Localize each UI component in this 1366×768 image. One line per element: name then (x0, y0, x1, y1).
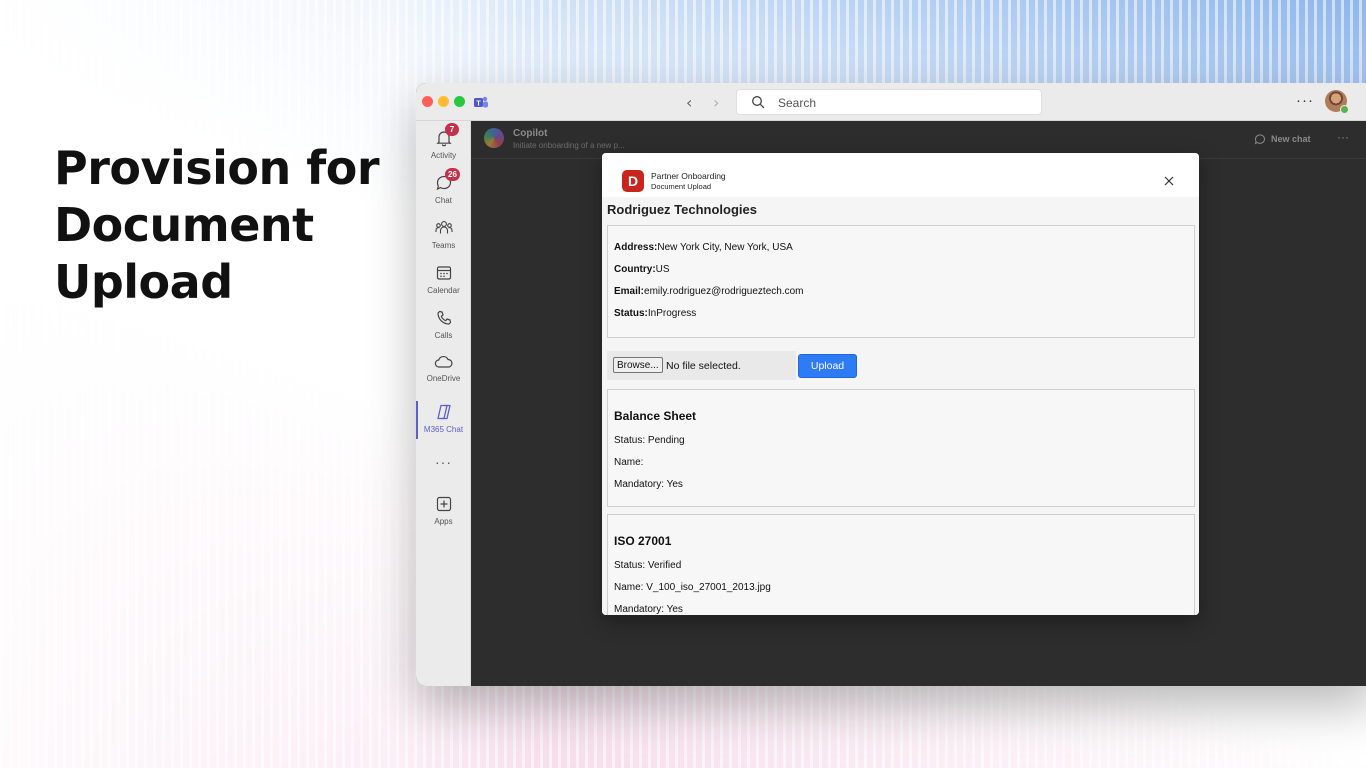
document-mandatory: Mandatory: Yes (614, 479, 683, 490)
rail-item-label: Apps (434, 517, 453, 526)
document-status: Status: Verified (614, 560, 682, 571)
document-card: ISO 27001 Status: Verified Name: V_100_i… (607, 514, 1195, 615)
chat-subtitle: Initiate onboarding of a new p... (513, 141, 625, 150)
chat-more-button[interactable]: ··· (1337, 130, 1349, 144)
app-name: Partner Onboarding (651, 171, 726, 181)
rail-item-label: OneDrive (426, 374, 461, 383)
document-mandatory: Mandatory: Yes (614, 604, 683, 615)
close-window-button[interactable] (422, 96, 433, 107)
dialog-header: D Partner Onboarding Document Upload (602, 153, 1199, 197)
headline: Provision for Document Upload (54, 140, 384, 311)
minimize-window-button[interactable] (438, 96, 449, 107)
cloud-icon (434, 356, 453, 368)
email-label: Email: (614, 286, 645, 297)
copilot-logo-icon (484, 128, 504, 148)
teams-logo-icon: T (474, 96, 488, 108)
document-title: Balance Sheet (614, 409, 697, 423)
zoom-window-button[interactable] (454, 96, 465, 107)
calendar-icon (436, 266, 451, 280)
email-value: emily.rodriguez@rodrigueztech.com (644, 286, 804, 297)
back-arrow-icon[interactable]: ‹ (686, 93, 692, 112)
presence-available-icon (1340, 105, 1349, 114)
document-name: Name: (614, 457, 644, 468)
file-input[interactable]: Browse... No file selected. (607, 351, 796, 380)
rail-item-label: Activity (430, 151, 457, 160)
new-chat-button[interactable]: New chat (1271, 134, 1311, 144)
browse-button[interactable]: Browse... (613, 357, 663, 373)
document-title: ISO 27001 (614, 534, 672, 548)
email-row: Email:emily.rodriguez@rodrigueztech.com (614, 286, 804, 297)
document-status: Status: Pending (614, 435, 685, 446)
upload-button[interactable]: Upload (798, 354, 857, 378)
rail-item-more[interactable]: ··· (416, 454, 471, 472)
copilot-icon (436, 404, 451, 420)
close-icon[interactable] (1161, 173, 1177, 189)
country-row: Country:US (614, 264, 670, 275)
search-input[interactable]: Search (736, 89, 1042, 115)
forward-arrow-icon[interactable]: › (713, 93, 719, 112)
activity-badge: 7 (445, 123, 459, 136)
app-subtitle: Document Upload (651, 182, 712, 191)
document-card: Balance Sheet Status: Pending Name: Mand… (607, 389, 1195, 507)
status-label: Status: (614, 308, 648, 319)
status-value: InProgress (647, 308, 697, 319)
headline-line: Provision for (54, 141, 380, 195)
rail-item-label: Teams (431, 241, 456, 250)
rail-item-label: Calls (434, 331, 453, 340)
country-value: US (655, 264, 670, 275)
country-label: Country: (614, 264, 656, 275)
address-row: Address:New York City, New York, USA (614, 242, 793, 253)
rail-item-teams[interactable]: Teams (416, 219, 471, 250)
app-rail: 7 Activity 26 Chat Teams Calendar Calls … (416, 121, 471, 686)
rail-item-label: M365 Chat (423, 425, 464, 434)
more-icon: ··· (435, 454, 452, 470)
chat-title: Copilot (513, 128, 548, 139)
svg-text:T: T (476, 101, 481, 108)
partner-onboarding-app-icon: D (622, 170, 644, 192)
rail-item-onedrive[interactable]: OneDrive (416, 354, 471, 383)
add-app-icon (436, 496, 451, 512)
document-name: Name: V_100_iso_27001_2013.jpg (614, 582, 771, 593)
file-status: No file selected. (666, 360, 741, 372)
chat-badge: 26 (445, 168, 460, 181)
company-name: Rodriguez Technologies (607, 202, 757, 217)
headline-line: Document (54, 198, 314, 252)
new-chat-icon (1254, 134, 1265, 145)
rail-item-label: Calendar (427, 286, 460, 295)
search-icon (752, 96, 765, 109)
rail-item-activity[interactable]: 7 Activity (416, 123, 471, 160)
headline-line: Upload (54, 255, 233, 309)
status-row: Status:InProgress (614, 308, 696, 319)
phone-icon (436, 310, 451, 325)
more-options-button[interactable]: ··· (1296, 92, 1314, 109)
rail-item-apps[interactable]: Apps (416, 495, 471, 526)
document-upload-dialog: D Partner Onboarding Document Upload Rod… (602, 153, 1199, 615)
address-label: Address: (614, 242, 658, 253)
rail-item-m365-chat[interactable]: M365 Chat (416, 403, 471, 434)
search-placeholder: Search (778, 96, 817, 110)
teams-icon (434, 221, 453, 234)
rail-item-calendar[interactable]: Calendar (416, 264, 471, 295)
rail-item-calls[interactable]: Calls (416, 309, 471, 340)
partner-info-card: Address:New York City, New York, USA Cou… (607, 225, 1195, 338)
title-bar: T ‹ › Search ··· (416, 83, 1366, 121)
address-value: New York City, New York, USA (657, 242, 793, 253)
dialog-body[interactable]: Rodriguez Technologies Address:New York … (602, 197, 1199, 615)
rail-item-chat[interactable]: 26 Chat (416, 168, 471, 205)
rail-item-label: Chat (435, 196, 452, 205)
